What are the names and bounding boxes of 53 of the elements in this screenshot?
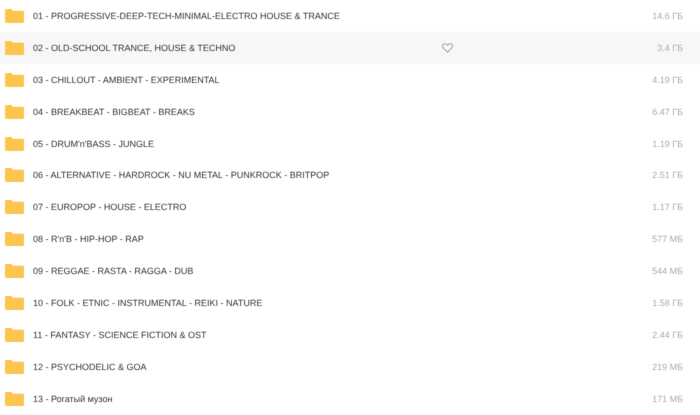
folder-name: 04 - BREAKBEAT - BIGBEAT - BREAKS	[33, 106, 196, 117]
folder-size: 3.4 ГБ	[656, 42, 683, 53]
folder-name: 02 - OLD-SCHOOL TRANCE, HOUSE & TECHNO	[33, 42, 236, 53]
folder-size: 6.47 ГБ	[651, 106, 683, 117]
folder-name: 10 - FOLK - ETNIC - INSTRUMENTAL - REIKI - NATURE	[33, 298, 264, 308]
folder-size: 577 МБ	[651, 234, 683, 244]
folder-size: 1.58 ГБ	[651, 298, 683, 308]
heart-icon[interactable]	[442, 42, 453, 53]
folder-icon	[5, 136, 24, 150]
folder-row[interactable]: 12 - PSYCHODELIC & GOA 219 МБ	[0, 350, 700, 383]
folder-icon	[5, 360, 24, 374]
folder-size: 1.19 ГБ	[651, 138, 683, 148]
folder-size: 544 МБ	[651, 266, 683, 276]
folder-name: 12 - PSYCHODELIC & GOA	[33, 362, 148, 372]
folder-name: 06 - ALTERNATIVE - HARDROCK - NU METAL - PUNKROCK - BRITPOP	[33, 170, 330, 180]
folder-icon	[5, 232, 24, 246]
folder-row[interactable]: 07 - EUROPOP - HOUSE - ELECTRO 1.17 ГБ	[0, 191, 700, 224]
folder-icon	[5, 392, 24, 406]
folder-size: 1.17 ГБ	[651, 202, 683, 212]
folder-size: 171 МБ	[651, 394, 683, 404]
folder-icon	[5, 40, 24, 55]
folder-size: 2.44 ГБ	[651, 330, 683, 340]
folder-name: 11 - FANTASY - SCIENCE FICTION & OST	[33, 330, 208, 340]
folder-name: 01 - PROGRESSIVE-DEEP-TECH-MINIMAL-ELECTRO HOUSE & TRANCE	[33, 10, 341, 21]
folder-icon	[5, 168, 24, 182]
folder-row[interactable]: 11 - FANTASY - SCIENCE FICTION & OST 2.44 ГБ	[0, 318, 700, 351]
folder-row[interactable]: 08 - R'n'B - HIP-HOP - RAP 577 МБ	[0, 223, 700, 256]
folder-icon	[5, 296, 24, 310]
folder-size: 2.51 ГБ	[651, 170, 683, 180]
folder-row[interactable]: 09 - REGGAE - RASTA - RAGGA - DUB 544 МБ	[0, 255, 700, 288]
folder-icon	[5, 200, 24, 214]
folder-row[interactable]: 05 - DRUM'n'BASS - JUNGLE 1.19 ГБ	[0, 128, 700, 160]
folder-icon	[5, 104, 24, 119]
folder-row[interactable]: 10 - FOLK - ETNIC - INSTRUMENTAL - REIKI - NATURE 1.58 ГБ	[0, 287, 700, 319]
folder-icon	[5, 328, 24, 342]
folder-row[interactable]: 01 - PROGRESSIVE-DEEP-TECH-MINIMAL-ELECTRO HOUSE & TRANCE 14.6 ГБ	[0, 0, 700, 32]
folder-icon	[5, 72, 24, 87]
folder-name: 08 - R'n'B - HIP-HOP - RAP	[33, 234, 145, 244]
folder-row[interactable]: 03 - CHILLOUT - AMBIENT - EXPERIMENTAL 4.19 ГБ	[0, 64, 700, 96]
folder-icon	[5, 264, 24, 278]
folder-name: 13 - Рогатый музон	[33, 394, 114, 404]
folder-row[interactable]: 02 - OLD-SCHOOL TRANCE, HOUSE & TECHNO 3.4 ГБ	[0, 32, 700, 64]
folder-name: 07 - EUROPOP - HOUSE - ELECTRO	[33, 202, 188, 212]
folder-row[interactable]: 04 - BREAKBEAT - BIGBEAT - BREAKS 6.47 ГБ	[0, 96, 700, 128]
folder-row[interactable]: 06 - ALTERNATIVE - HARDROCK - NU METAL - PUNKROCK - BRITPOP 2.51 ГБ	[0, 159, 700, 192]
folder-name: 05 - DRUM'n'BASS - JUNGLE	[33, 138, 155, 148]
folder-size: 219 МБ	[651, 362, 683, 372]
folder-size: 14.6 ГБ	[651, 10, 683, 21]
folder-icon	[5, 8, 24, 23]
folder-name: 09 - REGGAE - RASTA - RAGGA - DUB	[33, 266, 194, 276]
folder-row[interactable]: 13 - Рогатый музон 171 МБ	[0, 382, 700, 415]
folder-size: 4.19 ГБ	[651, 74, 683, 85]
folder-name: 03 - CHILLOUT - AMBIENT - EXPERIMENTAL	[33, 74, 221, 85]
